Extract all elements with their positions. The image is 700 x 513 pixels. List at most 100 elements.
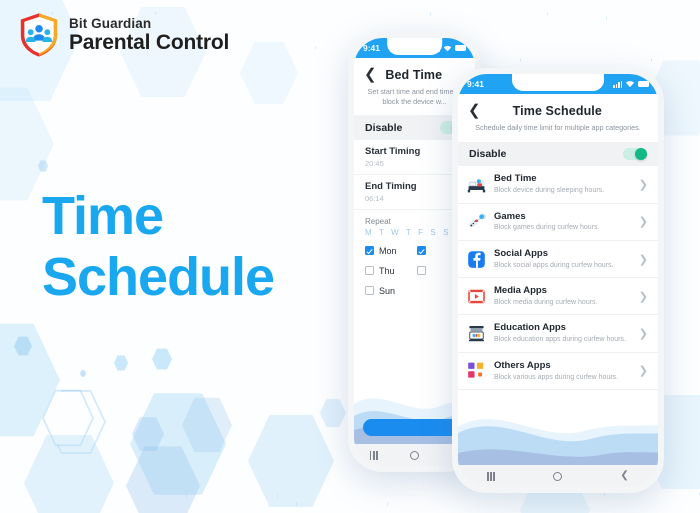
wifi-icon xyxy=(625,81,635,88)
status-clock: 9:41 xyxy=(363,43,381,53)
list-item[interactable]: Games Block games during curfew hours. ❯ xyxy=(458,204,658,241)
checkbox-fri[interactable] xyxy=(417,266,426,276)
chevron-right-icon: ❯ xyxy=(638,328,648,341)
list-item[interactable]: Education Apps Block education apps duri… xyxy=(458,315,658,353)
hex-shape xyxy=(152,348,172,370)
checkbox-mon[interactable] xyxy=(365,246,374,256)
list-item[interactable]: Media Apps Block media during curfew hou… xyxy=(458,278,658,316)
checkbox-thu[interactable] xyxy=(365,266,374,276)
hex-ring xyxy=(42,389,94,447)
hex-shape xyxy=(132,417,164,451)
list-item[interactable]: Bed Time Block device during sleeping ho… xyxy=(458,166,658,204)
status-clock: 9:41 xyxy=(467,79,485,89)
games-icon xyxy=(468,213,486,228)
disable-section-header: Disable xyxy=(458,141,658,167)
headline-line-1: Time xyxy=(42,186,164,246)
list-item-text: Games Block games during curfew hours. xyxy=(494,211,631,233)
app-nav-bar: ❮ Time Schedule xyxy=(458,94,658,123)
social-apps-icon xyxy=(468,250,485,268)
list-item-text: Social Apps Block social apps during cur… xyxy=(494,248,631,270)
list-item-title: Others Apps xyxy=(494,359,551,371)
signal-bars-icon xyxy=(613,80,622,88)
screen-subtitle: Schedule daily time limit for multiple a… xyxy=(458,123,658,142)
list-item[interactable]: Social Apps Block social apps during cur… xyxy=(458,241,658,279)
screen-title: Time Schedule xyxy=(512,103,602,118)
others-apps-icon xyxy=(468,363,484,379)
checkbox-item-thu[interactable]: Thu xyxy=(365,266,412,276)
list-item-title: Media Apps xyxy=(494,285,547,297)
disable-toggle[interactable] xyxy=(623,147,647,161)
checkbox-tue[interactable] xyxy=(417,246,426,256)
status-bar: 9:41 xyxy=(458,74,658,94)
android-nav-bar: ❮ xyxy=(458,465,658,487)
hex-shape xyxy=(182,397,232,453)
recents-icon[interactable] xyxy=(369,450,378,460)
list-item-desc: Block social apps during curfew hours. xyxy=(494,261,614,269)
primary-cta-button[interactable] xyxy=(363,419,466,436)
hex-outline xyxy=(40,473,136,513)
end-timing-value: 06:14 xyxy=(365,193,384,203)
home-icon[interactable] xyxy=(409,450,419,460)
list-item-desc: Block games during curfew hours. xyxy=(494,224,600,232)
hex-shape xyxy=(320,398,346,428)
hex-shape xyxy=(24,435,114,513)
headline-line-2: Schedule xyxy=(42,247,275,308)
list-item-desc: Block education apps during curfew hours… xyxy=(494,336,626,344)
list-item-text: Others Apps Block various apps during cu… xyxy=(494,360,631,382)
chevron-right-icon: ❯ xyxy=(638,253,648,266)
back-icon[interactable]: ❮ xyxy=(620,471,628,481)
checkbox-mon-label: Mon xyxy=(379,245,397,256)
disable-label: Disable xyxy=(469,147,507,160)
chevron-right-icon: ❯ xyxy=(638,216,648,229)
checkbox-item-mon[interactable]: Mon xyxy=(365,246,412,256)
bed-time-icon xyxy=(467,179,486,193)
hex-shape xyxy=(38,160,48,172)
screen-notch xyxy=(386,38,443,55)
hex-shape xyxy=(248,414,334,508)
repeat-days-strip: M T W T F S S xyxy=(365,227,452,237)
chevron-right-icon: ❯ xyxy=(638,290,648,303)
hex-shape xyxy=(80,370,86,377)
media-apps-icon xyxy=(468,289,485,304)
chevron-right-icon: ❯ xyxy=(638,365,648,378)
wifi-icon xyxy=(443,45,452,51)
hex-shape xyxy=(126,446,200,513)
hex-shape xyxy=(130,393,226,495)
checkbox-thu-label: Thu xyxy=(379,265,395,276)
end-timing-label: End Timing xyxy=(365,180,417,192)
repeat-label: Repeat xyxy=(365,216,391,226)
brand-line-2: Parental Control xyxy=(69,31,230,55)
status-bar: 9:41 xyxy=(354,38,475,58)
checkbox-sun[interactable] xyxy=(365,286,374,296)
battery-icon xyxy=(638,81,649,87)
hex-shape xyxy=(114,355,128,371)
list-item-title: Social Apps xyxy=(494,247,549,259)
start-timing-value: 20:45 xyxy=(365,158,384,168)
list-item-title: Education Apps xyxy=(494,322,566,334)
back-button[interactable]: ❮ xyxy=(364,67,377,82)
screen-notch xyxy=(512,74,604,91)
list-item-text: Bed Time Block device during sleeping ho… xyxy=(494,173,631,195)
battery-icon xyxy=(455,45,466,51)
list-item-desc: Block device during sleeping hours. xyxy=(494,187,605,195)
phone-front-screen: 9:41 ❮ Time Schedule Schedule daily time… xyxy=(458,74,658,487)
screen-title: Bed Time xyxy=(385,67,443,82)
education-apps-icon xyxy=(468,326,485,342)
status-icons xyxy=(613,80,649,88)
phone-mockup-front: 9:41 ❮ Time Schedule Schedule daily time… xyxy=(452,68,664,493)
disable-label: Disable xyxy=(365,121,403,134)
list-item-desc: Block media during curfew hours. xyxy=(494,299,598,307)
shield-family-icon xyxy=(20,13,58,57)
page-title: Time Schedule xyxy=(42,186,275,308)
hex-ring xyxy=(46,390,106,454)
recents-icon[interactable] xyxy=(487,471,495,481)
list-item-text: Media Apps Block media during curfew hou… xyxy=(494,285,631,307)
brand-logo: Bit Guardian Parental Control xyxy=(18,12,229,58)
category-list: Bed Time Block device during sleeping ho… xyxy=(458,166,658,391)
hex-shape xyxy=(14,336,32,356)
home-icon[interactable] xyxy=(553,471,563,481)
list-item-title: Games xyxy=(494,210,526,222)
list-item-text: Education Apps Block education apps duri… xyxy=(494,322,631,344)
decorative-waves xyxy=(458,419,658,465)
back-button[interactable]: ❮ xyxy=(468,103,481,118)
